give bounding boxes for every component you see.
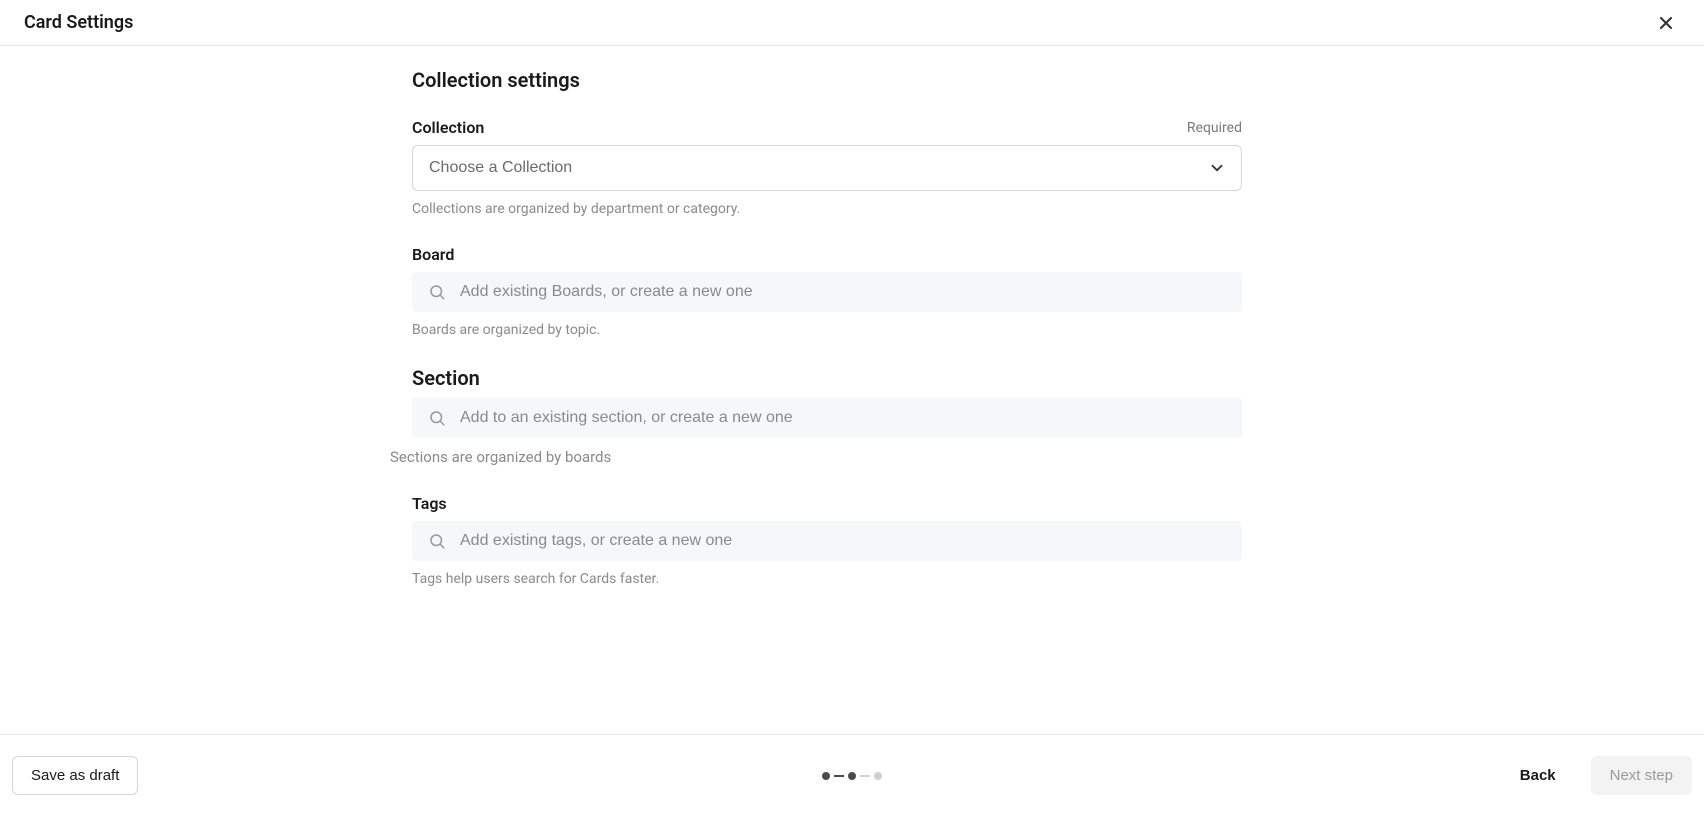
modal-header: Card Settings [0,0,1704,46]
section-group: Section Sections are organized by boards [412,366,1242,466]
step-line-2 [860,775,870,777]
tags-input-wrapper [412,521,1242,561]
modal-footer: Save as draft Back Next step [0,734,1704,816]
label-row: Board [412,245,1242,264]
form-container: Collection settings Collection Required … [412,68,1242,615]
search-icon [428,409,446,427]
save-draft-button[interactable]: Save as draft [12,756,138,795]
section-helper: Sections are organized by boards [390,448,1242,466]
board-group: Board Boards are organized by topic. [412,245,1242,338]
board-label: Board [412,245,454,264]
label-row: Section [412,366,1242,390]
footer-left: Save as draft [12,756,138,795]
section-input-wrapper [412,398,1242,438]
collection-group: Collection Required Choose a Collection … [412,118,1242,217]
collection-select[interactable]: Choose a Collection [412,145,1242,191]
collection-label: Collection [412,118,484,137]
page-title: Card Settings [24,12,133,33]
close-icon [1656,13,1676,33]
search-icon [428,532,446,550]
label-row: Collection Required [412,118,1242,137]
step-dot-2 [848,772,856,780]
step-indicator [822,772,882,780]
section-input[interactable] [460,409,1226,427]
close-button[interactable] [1652,9,1680,37]
required-indicator: Required [1187,120,1242,136]
tags-label: Tags [412,494,447,513]
tags-group: Tags Tags help users search for Cards fa… [412,494,1242,587]
next-step-button[interactable]: Next step [1591,756,1692,795]
section-label: Section [412,366,480,390]
footer-right: Back Next step [1501,756,1692,795]
collection-placeholder: Choose a Collection [429,159,572,177]
label-row: Tags [412,494,1242,513]
section-title: Collection settings [412,68,1242,92]
step-line-1 [834,775,844,777]
step-dot-1 [822,772,830,780]
board-input[interactable] [460,283,1226,301]
tags-input[interactable] [460,532,1226,550]
main-content: Collection settings Collection Required … [0,46,1704,615]
tags-helper: Tags help users search for Cards faster. [412,571,1242,587]
board-helper: Boards are organized by topic. [412,322,1242,338]
back-button[interactable]: Back [1501,756,1575,795]
step-dot-3 [874,772,882,780]
board-input-wrapper [412,272,1242,312]
search-icon [428,283,446,301]
collection-select-wrapper: Choose a Collection [412,145,1242,191]
collection-helper: Collections are organized by department … [412,201,1242,217]
